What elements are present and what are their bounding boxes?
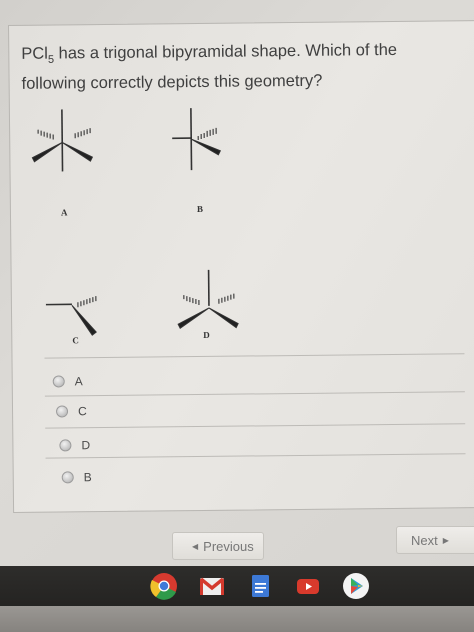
divider	[45, 423, 466, 429]
previous-label: Previous	[203, 538, 254, 554]
divider	[45, 453, 466, 459]
figure-label-b: B	[196, 203, 204, 215]
answer-option-a[interactable]: A	[52, 371, 83, 391]
figure-label-d: D	[203, 329, 210, 340]
next-label: Next	[411, 532, 438, 548]
figure-a-structure	[31, 109, 94, 172]
gmail-icon[interactable]	[198, 572, 226, 600]
chevron-right-icon: ▶	[442, 535, 449, 545]
figure-label-a: A	[60, 207, 68, 218]
divider	[44, 391, 465, 397]
question-card: PCl5 has a trigonal bipyramidal shape. W…	[8, 20, 474, 513]
screen: PCl5 has a trigonal bipyramidal shape. W…	[0, 0, 474, 572]
previous-button[interactable]: ◀ Previous	[172, 532, 264, 560]
chevron-left-icon: ◀	[192, 541, 199, 551]
figure-label-c: C	[72, 335, 79, 346]
next-button[interactable]: Next ▶	[396, 526, 474, 554]
youtube-icon[interactable]	[294, 572, 322, 600]
figure-d-structure	[177, 269, 239, 329]
figure-c-structure	[45, 296, 97, 336]
radio-button[interactable]	[55, 405, 69, 418]
answer-option-c[interactable]: C	[55, 401, 87, 421]
radio-button[interactable]	[61, 471, 74, 484]
answer-option-d[interactable]: D	[59, 435, 90, 455]
answer-label: B	[83, 470, 92, 485]
answer-label: A	[74, 374, 83, 389]
play-store-icon[interactable]	[342, 572, 370, 600]
chrome-icon[interactable]	[150, 572, 178, 600]
docs-icon[interactable]	[246, 572, 274, 600]
answer-label: C	[77, 404, 87, 419]
answer-label: D	[81, 438, 91, 453]
answer-option-b[interactable]: B	[61, 467, 92, 487]
geometry-figures	[31, 108, 239, 336]
radio-button[interactable]	[59, 439, 72, 452]
figure-b-structure	[172, 108, 222, 171]
radio-button[interactable]	[52, 375, 65, 388]
monitor-bezel	[0, 606, 474, 632]
chromeos-shelf	[0, 566, 474, 608]
